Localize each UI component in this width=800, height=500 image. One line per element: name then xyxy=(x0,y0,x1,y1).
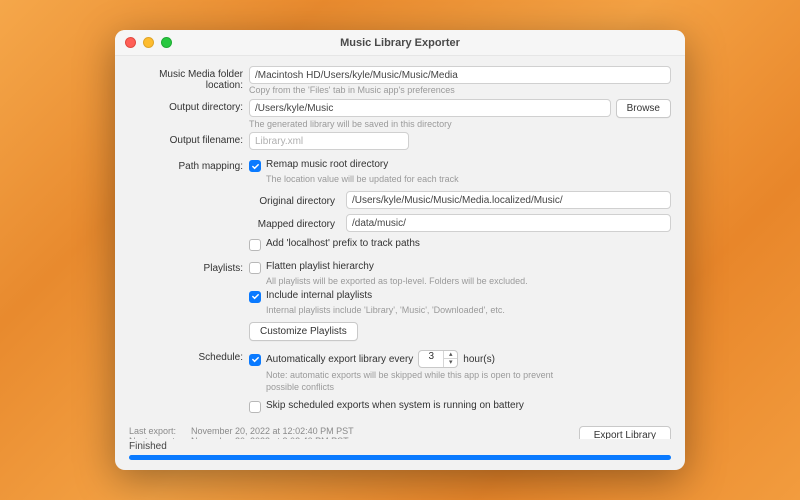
progress-fill xyxy=(129,455,671,460)
playlists-label: Playlists: xyxy=(129,260,249,274)
output-dir-label: Output directory: xyxy=(129,99,249,113)
original-dir-label: Original directory xyxy=(249,193,341,207)
output-dir-input[interactable]: /Users/kyle/Music xyxy=(249,99,611,117)
battery-skip-checkbox[interactable] xyxy=(249,401,261,413)
media-folder-label: Music Media folder location: xyxy=(129,66,249,91)
internal-label: Include internal playlists xyxy=(266,290,372,301)
export-library-button[interactable]: Export Library xyxy=(579,426,671,439)
customize-playlists-button[interactable]: Customize Playlists xyxy=(249,322,358,341)
flatten-hint: All playlists will be exported as top-le… xyxy=(266,276,671,288)
auto-export-hint: Note: automatic exports will be skipped … xyxy=(266,370,586,393)
auto-export-label-post: hour(s) xyxy=(463,354,495,365)
last-export-label: Last export: xyxy=(129,426,187,436)
schedule-label: Schedule: xyxy=(129,349,249,363)
progress-bar xyxy=(129,455,671,460)
status-text: Finished xyxy=(129,441,671,452)
stepper-down-icon[interactable]: ▾ xyxy=(444,359,457,367)
media-folder-hint: Copy from the 'Files' tab in Music app's… xyxy=(249,85,671,97)
interval-stepper[interactable]: 3 ▴ ▾ xyxy=(418,350,458,368)
content-area: Music Media folder location: /Macintosh … xyxy=(115,56,685,439)
path-mapping-label: Path mapping: xyxy=(129,158,249,172)
battery-skip-label: Skip scheduled exports when system is ru… xyxy=(266,400,524,411)
mapped-dir-input[interactable]: /data/music/ xyxy=(346,214,671,232)
output-file-label: Output filename: xyxy=(129,132,249,146)
auto-export-checkbox[interactable] xyxy=(249,354,261,366)
original-dir-input[interactable]: /Users/kyle/Music/Music/Media.localized/… xyxy=(346,191,671,209)
app-window: Music Library Exporter Music Media folde… xyxy=(115,30,685,470)
remap-label: Remap music root directory xyxy=(266,159,388,170)
interval-value[interactable]: 3 xyxy=(419,351,443,367)
last-export-value: November 20, 2022 at 12:02:40 PM PST xyxy=(191,426,354,436)
localhost-checkbox[interactable] xyxy=(249,239,261,251)
internal-hint: Internal playlists include 'Library', 'M… xyxy=(266,305,671,317)
output-file-input[interactable]: Library.xml xyxy=(249,132,409,150)
titlebar: Music Library Exporter xyxy=(115,30,685,56)
remap-checkbox[interactable] xyxy=(249,160,261,172)
media-folder-input[interactable]: /Macintosh HD/Users/kyle/Music/Music/Med… xyxy=(249,66,671,84)
localhost-label: Add 'localhost' prefix to track paths xyxy=(266,238,420,249)
output-dir-hint: The generated library will be saved in t… xyxy=(249,119,671,131)
flatten-label: Flatten playlist hierarchy xyxy=(266,261,374,272)
auto-export-label-pre: Automatically export library every xyxy=(266,354,413,365)
flatten-checkbox[interactable] xyxy=(249,262,261,274)
window-title: Music Library Exporter xyxy=(115,37,685,49)
internal-checkbox[interactable] xyxy=(249,291,261,303)
stepper-up-icon[interactable]: ▴ xyxy=(444,351,457,359)
browse-button[interactable]: Browse xyxy=(616,99,671,118)
remap-hint: The location value will be updated for e… xyxy=(266,174,671,186)
mapped-dir-label: Mapped directory xyxy=(249,216,341,230)
status-bar: Finished xyxy=(115,439,685,470)
